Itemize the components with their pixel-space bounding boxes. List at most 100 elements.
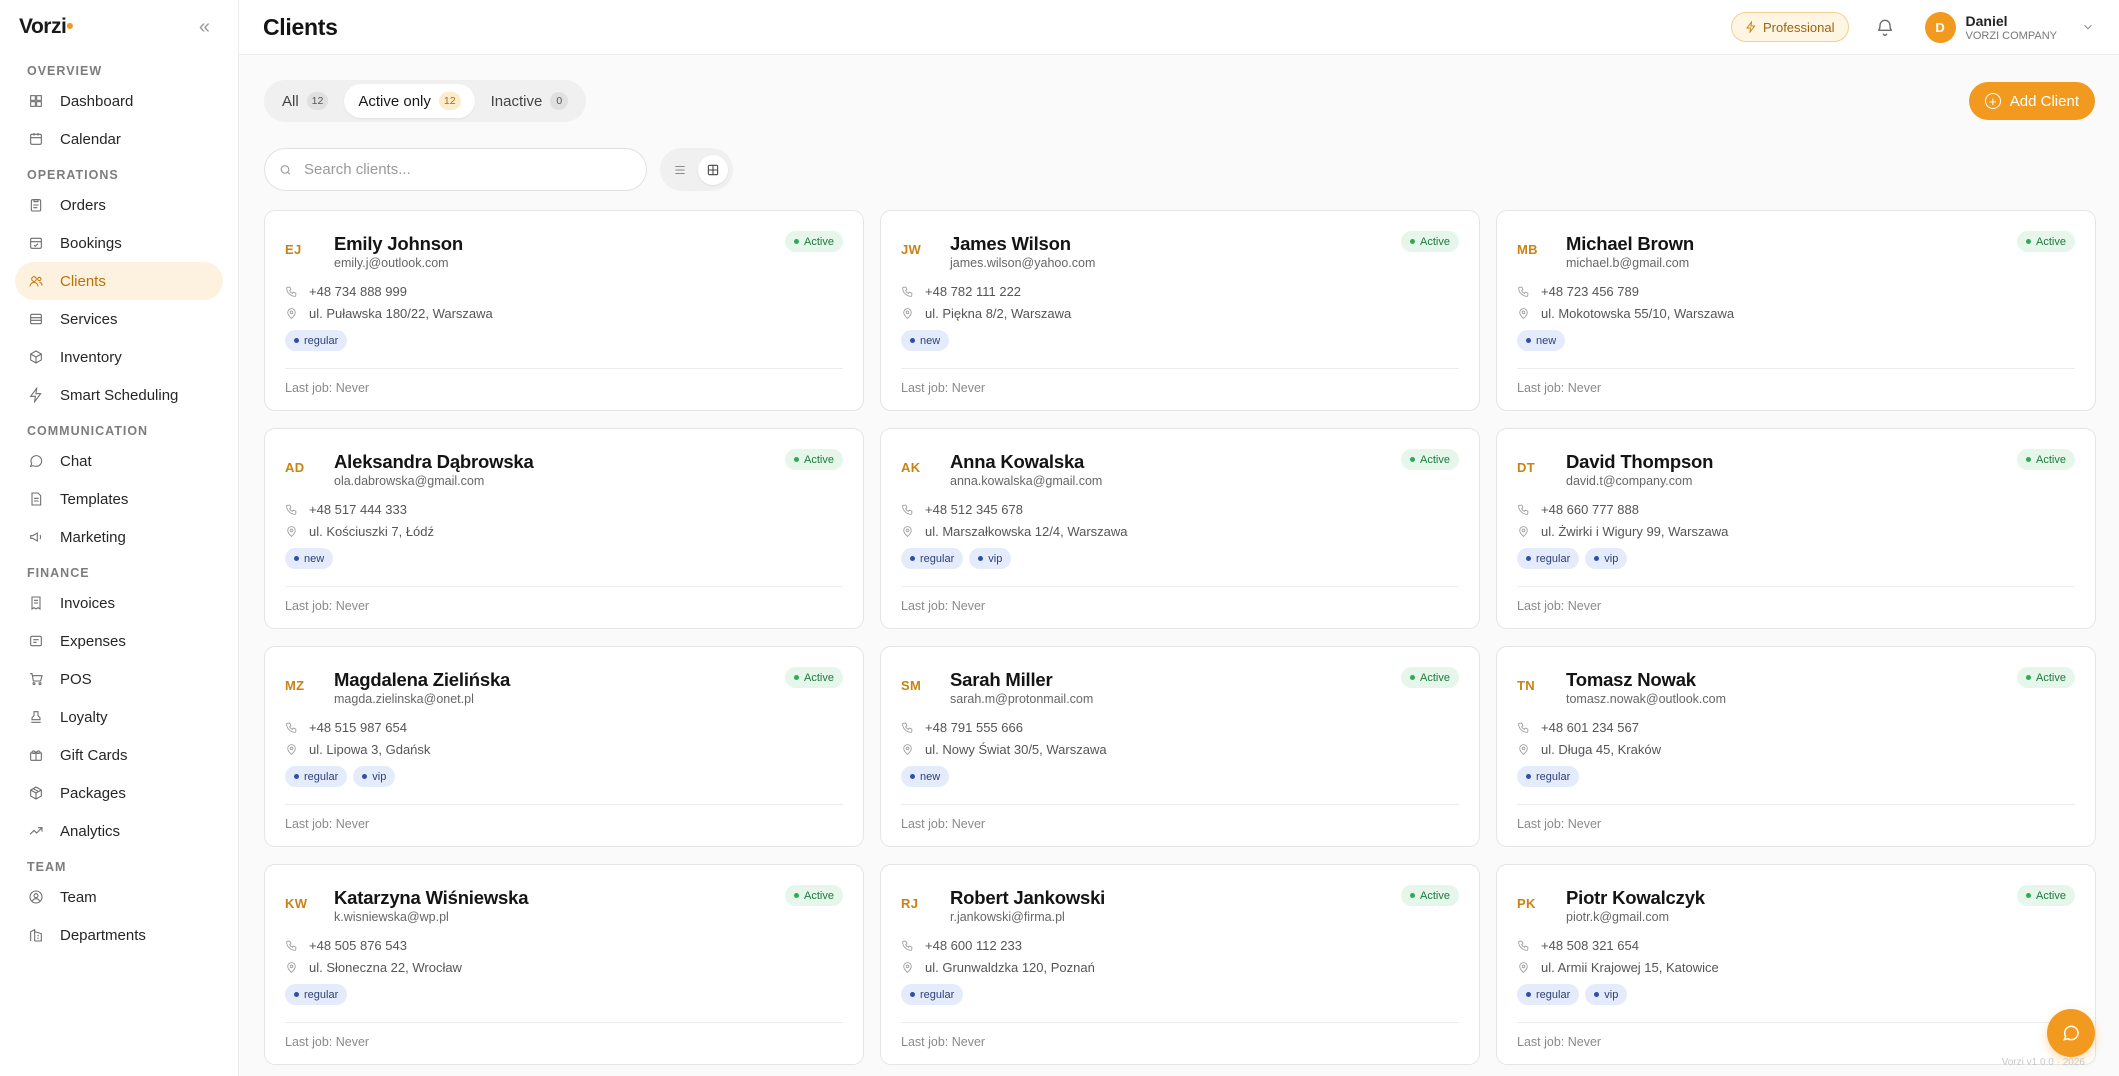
client-card-header: EJ Emily Johnson emily.j@outlook.com (285, 211, 843, 270)
sidebar-item-label: Departments (60, 926, 146, 944)
client-email: james.wilson@yahoo.com (950, 256, 1096, 270)
sidebar-item-team[interactable]: Team (15, 878, 223, 916)
tag-label: regular (920, 552, 955, 565)
search-box (264, 148, 647, 191)
sidebar-item-services[interactable]: Services (15, 300, 223, 338)
sidebar-item-orders[interactable]: Orders (15, 186, 223, 224)
sidebar-item-departments[interactable]: Departments (15, 916, 223, 954)
tag-label: regular (304, 334, 339, 347)
sidebar-item-label: Gift Cards (60, 746, 128, 764)
tag-label: regular (304, 770, 339, 783)
sidebar-item-label: Templates (60, 490, 129, 508)
sidebar-item-chat[interactable]: Chat (15, 442, 223, 480)
client-initials: EJ (285, 242, 302, 257)
sidebar-item-analytics[interactable]: Analytics (15, 812, 223, 850)
tab-active-only[interactable]: Active only 12 (344, 84, 475, 118)
list-view-button[interactable] (665, 155, 695, 185)
status-badge: Active (2017, 449, 2075, 470)
sidebar-item-clients[interactable]: Clients (15, 262, 223, 300)
tag-label: new (304, 552, 325, 565)
client-tags: new (901, 330, 1459, 352)
logo[interactable]: Vorzi• (19, 15, 74, 39)
client-card-header: MZ Magdalena Zielińska magda.zielinska@o… (285, 647, 843, 706)
sidebar-item-smart-scheduling[interactable]: Smart Scheduling (15, 376, 223, 414)
last-job: Last job: Never (1517, 599, 1602, 613)
last-job: Last job: Never (285, 817, 370, 831)
status-label: Active (1420, 889, 1450, 902)
sidebar-item-calendar[interactable]: Calendar (15, 120, 223, 158)
client-card[interactable]: EJ Emily Johnson emily.j@outlook.com Act… (264, 210, 864, 411)
client-tag: vip (353, 766, 396, 787)
last-job: Last job: Never (1517, 1035, 1602, 1049)
client-card[interactable]: DT David Thompson david.t@company.com Ac… (1496, 428, 2096, 629)
search-input[interactable] (304, 161, 632, 178)
client-name: David Thompson (1566, 451, 1714, 472)
sidebar-item-label: Clients (60, 272, 106, 290)
client-initials: MZ (285, 678, 305, 693)
client-address: ul. Piękna 8/2, Warszawa (901, 302, 1459, 324)
client-card[interactable]: AK Anna Kowalska anna.kowalska@gmail.com… (880, 428, 1480, 629)
phone-icon (286, 722, 297, 733)
grid-view-button[interactable] (698, 154, 728, 185)
status-label: Active (1420, 671, 1450, 684)
sidebar-section-label: FINANCE (27, 566, 90, 580)
sidebar-item-expenses[interactable]: Expenses (15, 622, 223, 660)
tag-label: new (1536, 334, 1557, 347)
phone-text: +48 734 888 999 (309, 283, 407, 299)
tag-label: regular (304, 988, 339, 1001)
plan-badge[interactable]: Professional (1730, 12, 1849, 42)
sidebar-item-label: Smart Scheduling (60, 386, 179, 404)
location-pin-icon (903, 307, 912, 319)
view-toggle (660, 148, 733, 191)
sidebar-item-pos[interactable]: POS (15, 660, 223, 698)
sidebar-item-packages[interactable]: Packages (15, 774, 223, 812)
status-label: Active (804, 235, 834, 248)
client-card[interactable]: KW Katarzyna Wiśniewska k.wisniewska@wp.… (264, 864, 864, 1065)
sidebar-item-invoices[interactable]: Invoices (15, 584, 223, 622)
tab-inactive[interactable]: Inactive 0 (477, 84, 583, 118)
address-text: ul. Marszałkowska 12/4, Warszawa (925, 523, 1128, 539)
client-tag: regular (1517, 766, 1580, 787)
user-menu[interactable]: D Daniel VORZI COMPANY (1924, 11, 2095, 43)
chat-fab-button[interactable] (2047, 1009, 2095, 1057)
last-job: Last job: Never (285, 1035, 370, 1049)
client-email: ola.dabrowska@gmail.com (334, 474, 485, 488)
client-address: ul. Grunwaldzka 120, Poznań (901, 956, 1459, 978)
client-address: ul. Marszałkowska 12/4, Warszawa (901, 520, 1459, 542)
address-text: ul. Piękna 8/2, Warszawa (925, 305, 1072, 321)
card-divider (285, 368, 843, 369)
client-address: ul. Żwirki i Wigury 99, Warszawa (1517, 520, 2075, 542)
collapse-sidebar-icon[interactable]: « (199, 16, 210, 39)
main-content: All 12 Active only 12 Inactive 0 + Add Client… (239, 55, 2119, 1076)
client-card[interactable]: AD Aleksandra Dąbrowska ola.dabrowska@gm… (264, 428, 864, 629)
client-email: tomasz.nowak@outlook.com (1566, 692, 1726, 706)
client-card[interactable]: JW James Wilson james.wilson@yahoo.com A… (880, 210, 1480, 411)
tab-all[interactable]: All 12 (268, 84, 342, 118)
add-client-label: Add Client (2009, 92, 2079, 110)
client-card[interactable]: MZ Magdalena Zielińska magda.zielinska@o… (264, 646, 864, 847)
client-phone: +48 600 112 233 (901, 934, 1459, 956)
client-card[interactable]: SM Sarah Miller sarah.m@protonmail.com A… (880, 646, 1480, 847)
search-icon (280, 164, 291, 175)
sidebar-item-loyalty[interactable]: Loyalty (15, 698, 223, 736)
card-divider (901, 586, 1459, 587)
receipt-icon (30, 635, 42, 647)
client-card[interactable]: TN Tomasz Nowak tomasz.nowak@outlook.com… (1496, 646, 2096, 847)
client-initials: SM (901, 678, 922, 693)
client-card[interactable]: RJ Robert Jankowski r.jankowski@firma.pl… (880, 864, 1480, 1065)
client-tag: regular (901, 984, 964, 1005)
sidebar-item-bookings[interactable]: Bookings (15, 224, 223, 262)
add-client-button[interactable]: + Add Client (1968, 82, 2095, 120)
sidebar-item-dashboard[interactable]: Dashboard (15, 82, 223, 120)
client-card[interactable]: PK Piotr Kowalczyk piotr.k@gmail.com Act… (1496, 864, 2096, 1065)
sidebar-item-templates[interactable]: Templates (15, 480, 223, 518)
sidebar-item-marketing[interactable]: Marketing (15, 518, 223, 556)
sidebar-item-inventory[interactable]: Inventory (15, 338, 223, 376)
client-phone: +48 512 345 678 (901, 498, 1459, 520)
notification-bell-icon[interactable] (1875, 17, 1895, 37)
client-card[interactable]: MB Michael Brown michael.b@gmail.com Act… (1496, 210, 2096, 411)
client-email: piotr.k@gmail.com (1566, 910, 1669, 924)
client-address: ul. Długa 45, Kraków (1517, 738, 2075, 760)
sidebar-item-label: Marketing (60, 528, 126, 546)
sidebar-item-gift-cards[interactable]: Gift Cards (15, 736, 223, 774)
